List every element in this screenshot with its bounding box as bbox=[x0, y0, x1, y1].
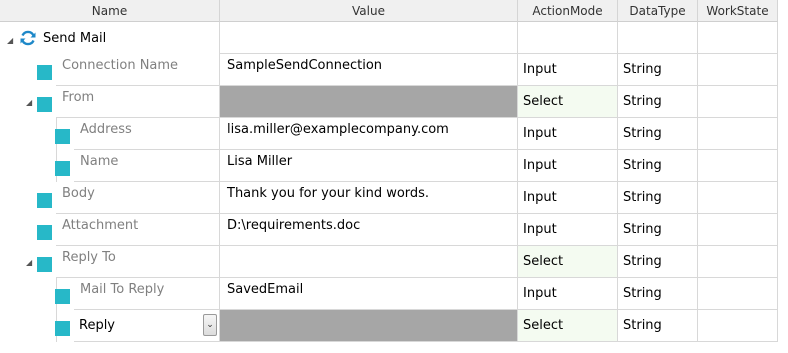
name-dropdown[interactable]: Reply ⌄ bbox=[74, 310, 220, 342]
row-datatype: String bbox=[618, 118, 698, 150]
row-workstate bbox=[698, 118, 778, 150]
row-value[interactable]: D:\requirements.doc bbox=[220, 214, 518, 246]
node-square-icon bbox=[37, 257, 52, 272]
node-square-icon bbox=[37, 97, 52, 112]
name-dropdown-value: Reply bbox=[79, 318, 116, 333]
collapse-arrow-icon[interactable]: ◢ bbox=[26, 258, 32, 267]
table-row[interactable]: Body Thank you for your kind words. Inpu… bbox=[0, 182, 778, 214]
row-workstate bbox=[698, 278, 778, 310]
row-name: From bbox=[56, 86, 220, 118]
root-value-cell bbox=[220, 22, 518, 54]
node-square-icon bbox=[37, 65, 52, 80]
refresh-icon bbox=[20, 30, 36, 46]
table-row[interactable]: Attachment D:\requirements.doc Input Str… bbox=[0, 214, 778, 246]
row-value[interactable] bbox=[220, 246, 518, 278]
root-row[interactable] bbox=[0, 22, 778, 54]
row-name: Address bbox=[74, 118, 220, 150]
table-row[interactable]: Address lisa.miller@examplecompany.com I… bbox=[0, 118, 778, 182]
row-workstate bbox=[698, 54, 778, 86]
row-datatype: String bbox=[618, 86, 698, 118]
row-actionmode[interactable]: Input bbox=[518, 278, 618, 310]
row-workstate bbox=[698, 150, 778, 182]
row-actionmode[interactable]: Select bbox=[518, 310, 618, 342]
row-workstate bbox=[698, 214, 778, 246]
row-actionmode[interactable]: Select bbox=[518, 246, 618, 278]
row-name: Reply To bbox=[56, 246, 220, 278]
row-name: Connection Name bbox=[56, 54, 220, 86]
table-row[interactable]: ◢ From Select String bbox=[0, 86, 778, 118]
root-collapse-arrow-icon[interactable]: ◢ bbox=[7, 36, 13, 45]
row-datatype: String bbox=[618, 182, 698, 214]
row-datatype: String bbox=[618, 214, 698, 246]
property-grid: Name Value ActionMode DataType WorkState… bbox=[0, 0, 778, 353]
row-actionmode[interactable]: Input bbox=[518, 118, 618, 150]
row-value[interactable]: SampleSendConnection bbox=[220, 54, 518, 86]
root-state-cell bbox=[698, 22, 778, 54]
column-header-datatype[interactable]: DataType bbox=[618, 0, 698, 22]
chevron-down-icon[interactable]: ⌄ bbox=[203, 314, 217, 336]
row-actionmode[interactable]: Input bbox=[518, 214, 618, 246]
column-header-value[interactable]: Value bbox=[220, 0, 518, 22]
row-value[interactable]: SavedEmail bbox=[220, 278, 518, 310]
row-datatype: String bbox=[618, 246, 698, 278]
row-value[interactable]: lisa.miller@examplecompany.com bbox=[220, 118, 518, 150]
row-name: Body bbox=[56, 182, 220, 214]
row-value-disabled bbox=[220, 310, 518, 342]
column-header-name[interactable]: Name bbox=[0, 0, 220, 22]
grid-right-edge bbox=[778, 0, 788, 353]
row-workstate bbox=[698, 246, 778, 278]
row-actionmode[interactable]: Input bbox=[518, 54, 618, 86]
node-square-icon bbox=[37, 193, 52, 208]
row-workstate bbox=[698, 182, 778, 214]
row-name: Attachment bbox=[56, 214, 220, 246]
table-row[interactable]: Connection Name SampleSendConnection Inp… bbox=[0, 54, 778, 86]
row-actionmode[interactable]: Select bbox=[518, 86, 618, 118]
root-type-cell bbox=[618, 22, 698, 54]
collapse-arrow-icon[interactable]: ◢ bbox=[26, 98, 32, 107]
table-row[interactable]: Mail To Reply SavedEmail Input String bbox=[0, 278, 778, 342]
table-row[interactable]: Name Lisa Miller Input String bbox=[0, 150, 778, 182]
row-datatype: String bbox=[618, 278, 698, 310]
row-actionmode[interactable]: Input bbox=[518, 182, 618, 214]
node-square-icon bbox=[55, 289, 70, 304]
row-value[interactable]: Lisa Miller bbox=[220, 150, 518, 182]
node-square-icon bbox=[55, 161, 70, 176]
row-datatype: String bbox=[618, 150, 698, 182]
node-square-icon bbox=[55, 129, 70, 144]
row-datatype: String bbox=[618, 54, 698, 86]
node-square-icon bbox=[55, 321, 70, 336]
row-datatype: String bbox=[618, 310, 698, 342]
row-name: Name bbox=[74, 150, 220, 182]
root-title: Send Mail bbox=[43, 31, 107, 46]
row-actionmode[interactable]: Input bbox=[518, 150, 618, 182]
node-square-icon bbox=[37, 225, 52, 240]
row-value-disabled bbox=[220, 86, 518, 118]
root-mode-cell bbox=[518, 22, 618, 54]
row-value[interactable]: Thank you for your kind words. bbox=[220, 182, 518, 214]
row-workstate bbox=[698, 86, 778, 118]
row-workstate bbox=[698, 310, 778, 342]
table-row-selected[interactable]: Reply ⌄ Select String bbox=[0, 310, 778, 342]
column-header-actionmode[interactable]: ActionMode bbox=[518, 0, 618, 22]
table-row[interactable]: ◢ Reply To Select String bbox=[0, 246, 778, 278]
row-name: Mail To Reply bbox=[74, 278, 220, 310]
column-header-workstate[interactable]: WorkState bbox=[698, 0, 778, 22]
